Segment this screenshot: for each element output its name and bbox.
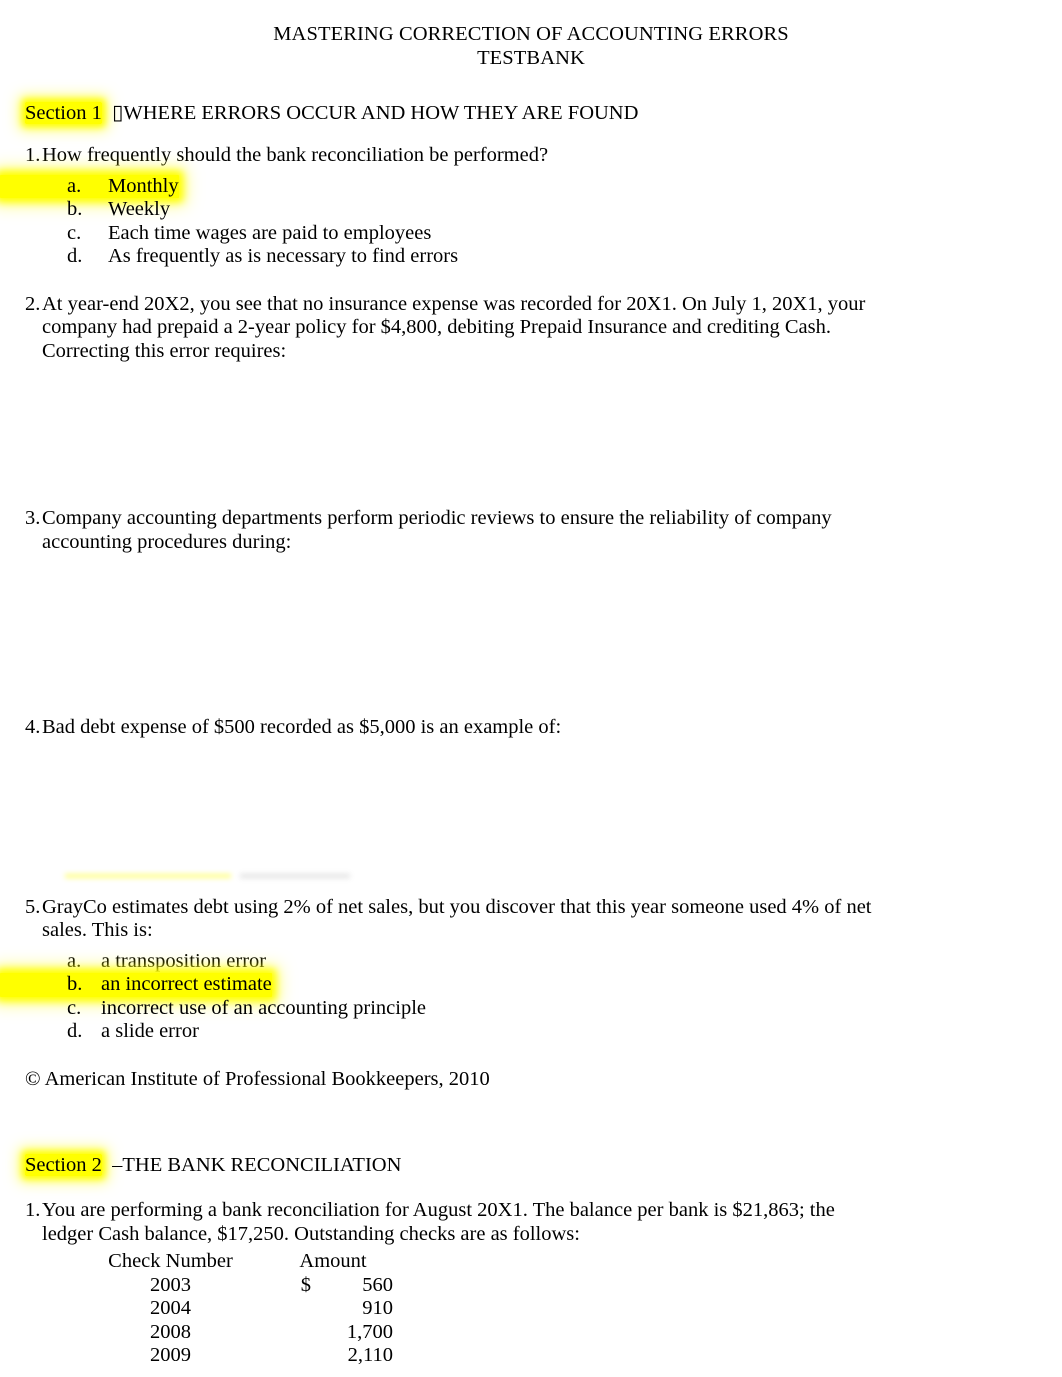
question-5-option-a-letter: a. xyxy=(67,949,82,972)
clipped-text-artifact xyxy=(0,870,1062,884)
cell-check-number: 2009 xyxy=(150,1344,191,1366)
section-1-heading-text: WHERE ERRORS OCCUR AND HOW THEY ARE FOUN… xyxy=(123,102,639,124)
question-2: 2. At year-end 20X2, you see that no ins… xyxy=(0,293,1062,364)
section-2-heading-text: THE BANK RECONCILIATION xyxy=(122,1154,402,1176)
question-5-option-b[interactable]: b. an incorrect estimate xyxy=(0,973,272,997)
document-title-line-2: TESTBANK xyxy=(477,46,585,69)
document-title-line-1: MASTERING CORRECTION OF ACCOUNTING ERROR… xyxy=(273,23,789,45)
question-1-text: How frequently should the bank reconcili… xyxy=(42,144,549,166)
question-2-text: At year-end 20X2, you see that no insura… xyxy=(42,292,866,362)
question-3-answer-space xyxy=(0,554,1062,716)
question-1-option-b-text: Weekly xyxy=(108,198,171,220)
section-2-question-1: 1. You are performing a bank reconciliat… xyxy=(0,1199,1062,1246)
clipped-highlight-remnant xyxy=(65,873,231,878)
question-4: 4. Bad debt expense of $500 recorded as … xyxy=(0,716,1062,740)
question-1-number: 1. xyxy=(25,144,41,166)
amount-value: 910 xyxy=(362,1297,393,1319)
cell-check-number: 2008 xyxy=(150,1320,191,1343)
cell-amount: $560 xyxy=(258,1274,408,1298)
question-1-option-b-letter: b. xyxy=(67,198,83,220)
table-row: 2009 2,110 xyxy=(83,1344,408,1368)
section-2-heading: Section 2 –THE BANK RECONCILIATION xyxy=(25,1153,1062,1177)
question-5-option-d-text: a slide error xyxy=(101,1020,199,1042)
question-3-number: 3. xyxy=(25,507,41,529)
question-1-option-a[interactable]: a. Monthly xyxy=(0,174,179,198)
question-5-option-c[interactable]: c. incorrect use of an accounting princi… xyxy=(0,997,1062,1021)
question-5-option-d[interactable]: d. a slide error xyxy=(0,1020,1062,1044)
question-5: 5. GrayCo estimates debt using 2% of net… xyxy=(0,896,1062,943)
question-5-option-c-text: incorrect use of an accounting principle xyxy=(101,996,427,1019)
question-4-answer-space xyxy=(0,740,1062,870)
question-1-option-c-letter: c. xyxy=(67,221,82,244)
outstanding-checks-table: Check Number Amount 2003 $560 2004 910 2… xyxy=(83,1250,408,1368)
question-4-text: Bad debt expense of $500 recorded as $5,… xyxy=(42,716,562,738)
cell-amount: 2,110 xyxy=(258,1344,408,1368)
question-1-option-b[interactable]: b. Weekly xyxy=(0,198,1062,222)
cell-check-number: 2003 xyxy=(150,1273,191,1296)
amount-value: 560 xyxy=(362,1273,393,1296)
table-row: 2008 1,700 xyxy=(83,1321,408,1345)
question-5-option-d-letter: d. xyxy=(67,1020,83,1042)
question-5-option-b-text: an incorrect estimate xyxy=(101,973,272,995)
question-1-option-d-letter: d. xyxy=(67,245,83,267)
question-1-option-c[interactable]: c. Each time wages are paid to employees xyxy=(0,222,1062,246)
question-1-option-a-highlight: a. Monthly xyxy=(0,174,179,198)
question-5-text: GrayCo estimates debt using 2% of net sa… xyxy=(42,895,872,942)
question-4-number: 4. xyxy=(25,716,41,738)
question-5-option-b-letter: b. xyxy=(67,973,83,995)
table-row: 2004 910 xyxy=(83,1297,408,1321)
cell-check-number: 2004 xyxy=(150,1297,191,1319)
table-header-row: Check Number Amount xyxy=(83,1250,408,1274)
question-1-option-a-text: Monthly xyxy=(108,174,179,197)
section-2-question-1-text: You are performing a bank reconciliation… xyxy=(42,1199,835,1245)
clipped-text-remnant xyxy=(240,873,350,878)
column-header-check-number: Check Number xyxy=(108,1250,233,1272)
amount-value: 2,110 xyxy=(347,1344,393,1366)
question-3: 3. Company accounting departments perfor… xyxy=(0,507,1062,554)
table-row: 2003 $560 xyxy=(83,1274,408,1298)
question-5-option-c-letter: c. xyxy=(67,996,82,1019)
question-1-option-a-letter: a. xyxy=(67,174,82,197)
question-2-answer-space xyxy=(0,363,1062,507)
document-page: MASTERING CORRECTION OF ACCOUNTING ERROR… xyxy=(0,0,1062,1377)
section-1-label: Section 1 xyxy=(25,102,102,124)
section-1-heading: Section 1 ▯WHERE ERRORS OCCUR AND HOW TH… xyxy=(25,101,1062,125)
column-header-amount: Amount xyxy=(299,1250,367,1272)
question-1-option-d[interactable]: d. As frequently as is necessary to find… xyxy=(0,245,1062,269)
section-2-label: Section 2 xyxy=(25,1154,102,1176)
question-1: 1. How frequently should the bank reconc… xyxy=(0,144,1062,168)
cell-amount: 1,700 xyxy=(258,1321,408,1345)
question-5-number: 5. xyxy=(25,895,41,918)
question-1-option-c-text: Each time wages are paid to employees xyxy=(108,221,432,244)
question-5-option-a[interactable]: a. a transposition error xyxy=(0,950,1062,974)
copyright-notice: © American Institute of Professional Boo… xyxy=(25,1067,490,1090)
amount-value: 1,700 xyxy=(346,1320,393,1343)
section-2-separator: – xyxy=(101,1154,123,1176)
question-3-text: Company accounting departments perform p… xyxy=(42,507,832,553)
question-5-option-b-highlight: b. an incorrect estimate xyxy=(0,973,272,997)
question-1-option-d-text: As frequently as is necessary to find er… xyxy=(108,245,459,267)
question-2-number: 2. xyxy=(25,292,41,315)
question-5-option-a-text: a transposition error xyxy=(101,949,267,972)
currency-symbol: $ xyxy=(300,1273,311,1296)
section-1-separator: ▯ xyxy=(101,102,124,124)
cell-amount: 910 xyxy=(258,1297,408,1321)
section-2-question-1-number: 1. xyxy=(25,1199,41,1221)
